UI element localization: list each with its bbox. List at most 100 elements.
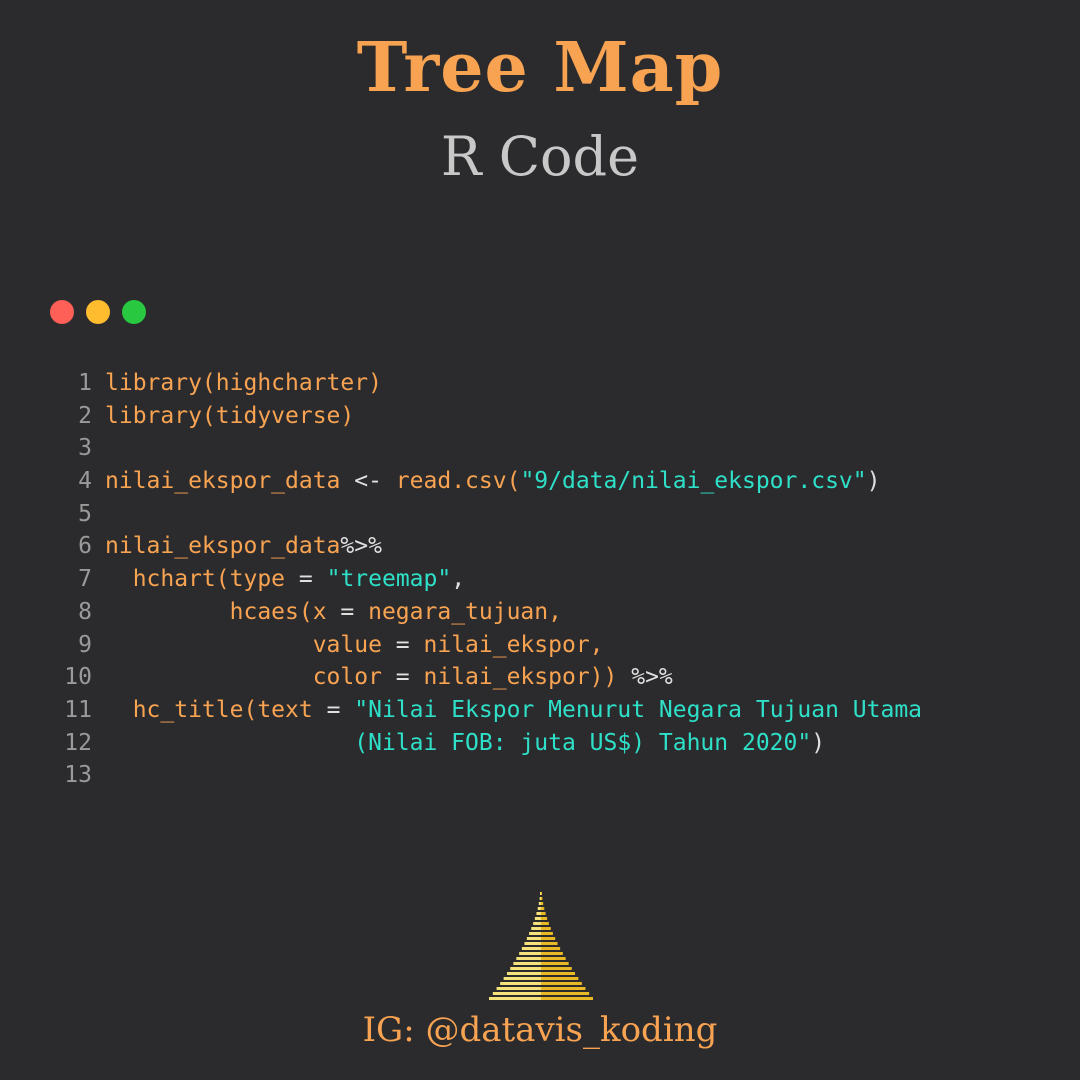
code-line: 9 value = nilai_ekspor, [40,629,1060,662]
minimize-dot-icon[interactable] [86,300,110,324]
logo-bar-left [537,907,541,910]
logo-bar-right [541,992,590,995]
code-line: 8 hcaes(x = negara_tujuan, [40,596,1060,629]
code-token: %>% [340,533,382,560]
instagram-handle: IG: @datavis_koding [362,1010,718,1050]
code-token: read.csv( [381,468,521,495]
code-token: value [105,631,396,658]
line-content: library(tidyverse) [92,400,354,433]
code-token: nilai_ekspor_data [105,533,341,560]
code-token: ) [866,468,881,495]
code-token: ) [811,729,826,756]
logo-bar-right [541,942,558,945]
line-number: 12 [64,729,92,756]
logo-bar-left [533,922,541,925]
code-token: color [105,664,396,691]
code-line: 7 hchart(type = "treemap", [40,563,1060,596]
logo-bar-left [500,982,541,985]
code-token: , [451,566,466,593]
logo-bar-right [541,897,543,900]
line-content: color = nilai_ekspor)) %>% [92,661,673,694]
logo-bar-left [534,917,541,920]
code-token: "Nilai Ekspor Menurut Negara Tujuan Utam… [354,696,923,723]
logo-bar-right [541,947,561,950]
code-line: 11 hc_title(text = "Nilai Ekspor Menurut… [40,694,1060,727]
code-token: = [395,631,410,658]
line-number: 5 [78,500,92,527]
logo-bar-left [506,972,541,975]
line-content [92,432,105,465]
stupa-bars-logo-icon [489,892,593,1000]
logo-bar-left [521,947,541,950]
code-token: (Nilai FOB: juta US$) Tahun 2020" [354,729,812,756]
code-line: 6 nilai_ekspor_data%>% [40,530,1060,563]
code-token: = [340,598,355,625]
line-content: value = nilai_ekspor, [92,629,604,662]
logo-bar-right [541,922,549,925]
code-line: 4 nilai_ekspor_data <- read.csv("9/data/n… [40,465,1060,498]
logo-bar-right [541,932,553,935]
code-token: nilai_ekspor, [409,631,604,658]
logo-bar-left [510,967,541,970]
logo-bar-left [526,937,541,940]
code-token: hcaes(x [105,598,341,625]
logo-bar-right [541,892,542,895]
code-token: %>% [631,664,673,691]
line-number: 10 [64,664,92,691]
logo-bar-left [513,962,541,965]
logo-bar-right [541,927,551,930]
logo-bar-right [541,907,545,910]
page-subtitle: R Code [440,125,640,188]
code-token: <- [354,468,382,495]
logo-bar-right [541,917,548,920]
maximize-dot-icon[interactable] [122,300,146,324]
close-dot-icon[interactable] [50,300,74,324]
code-line: 10 color = nilai_ekspor)) %>% [40,661,1060,694]
code-token: nilai_ekspor)) [409,664,632,691]
line-number: 4 [78,468,92,495]
code-token: = [298,566,313,593]
line-number: 13 [64,762,92,789]
logo-bar-left [489,997,541,1000]
code-token: "9/data/nilai_ekspor.csv" [520,468,867,495]
code-editor: 1 library(highcharter) 2 library(tidyverse)… [40,367,1060,792]
line-number: 7 [78,566,92,593]
logo-bar-left [531,927,541,930]
code-token: library(tidyverse) [105,402,355,429]
code-token: = [326,696,341,723]
logo-bar-right [541,902,544,905]
logo-bar-right [541,977,579,980]
logo-bar-left [538,902,541,905]
line-content: (Nilai FOB: juta US$) Tahun 2020") [92,727,825,760]
logo-bar-right [541,912,546,915]
code-line: 13 [40,759,1060,792]
code-line: 2 library(tidyverse) [40,400,1060,433]
logo-bar-right [541,972,576,975]
logo-bar-right [541,967,572,970]
line-content: library(highcharter) [92,367,382,400]
line-content [92,498,105,531]
line-number: 11 [64,696,92,723]
code-line: 3 [40,432,1060,465]
line-number: 1 [78,370,92,396]
code-token: = [395,664,410,691]
line-content: hcaes(x = negara_tujuan, [92,596,562,629]
window-controls [50,300,146,324]
code-line: 1 library(highcharter) [40,367,1060,400]
line-content: hc_title(text = "Nilai Ekspor Menurut Ne… [92,694,922,727]
logo-bar-left [519,952,541,955]
logo-bar-left [492,992,541,995]
line-content: hchart(type = "treemap", [92,563,465,596]
logo-bar-left [539,897,541,900]
code-token: "treemap" [326,566,452,593]
logo-bar-left [524,942,541,945]
line-number: 6 [78,533,92,560]
logo-bar-right [541,957,566,960]
logo-bar-left [540,892,541,895]
logo-bar-left [516,957,541,960]
logo-bar-right [541,987,586,990]
line-content: nilai_ekspor_data <- read.csv("9/data/ni… [92,465,880,498]
logo-bar-right [541,997,593,1000]
logo-bar-right [541,982,582,985]
